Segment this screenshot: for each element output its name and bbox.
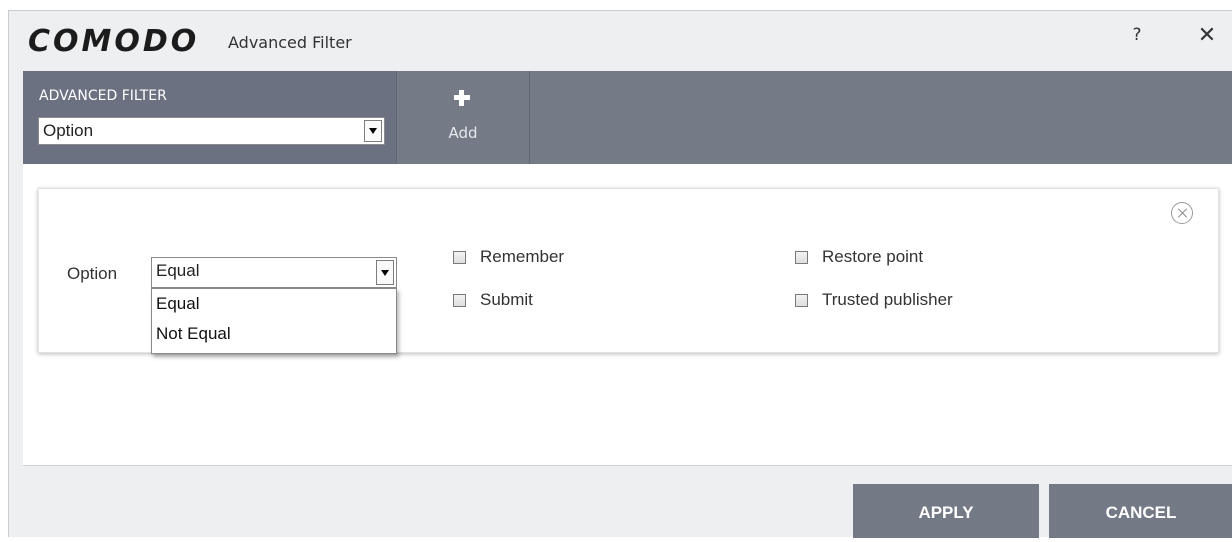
comodo-logo: COMODO [28, 24, 200, 59]
filter-content-area: Option Equal Equal Not Equal Remember Su… [23, 164, 1232, 466]
submit-label: Submit [480, 290, 533, 309]
condition-value: Equal [156, 261, 200, 280]
condition-select[interactable]: Equal [151, 257, 397, 288]
window-title: Advanced Filter [228, 33, 352, 52]
dropdown-arrow-icon[interactable] [376, 260, 394, 285]
close-button[interactable]: ✕ [1195, 23, 1219, 49]
restore-point-checkbox[interactable]: Restore point [795, 247, 923, 267]
option-field-label: Option [67, 264, 118, 283]
filter-row-card: Option Equal Equal Not Equal Remember Su… [38, 188, 1219, 354]
cancel-button[interactable]: CANCEL [1049, 484, 1232, 538]
filter-type-value: Option [43, 121, 94, 140]
advanced-filter-dialog: COMODO Advanced Filter ? ✕ ADVANCED FILT… [8, 10, 1232, 538]
filter-toolbar: ADVANCED FILTER Option Add [23, 71, 1232, 164]
title-bar: COMODO Advanced Filter ? ✕ [9, 11, 1232, 71]
condition-dropdown-list: Equal Not Equal [151, 288, 397, 354]
help-button[interactable]: ? [1127, 25, 1147, 49]
checkbox-box[interactable] [795, 250, 808, 264]
restore-point-label: Restore point [822, 247, 924, 266]
remove-filter-icon[interactable] [1171, 202, 1193, 224]
trusted-publisher-label: Trusted publisher [822, 290, 953, 309]
dropdown-arrow-icon[interactable] [364, 120, 382, 142]
advanced-filter-group: ADVANCED FILTER Option [23, 71, 396, 164]
remember-checkbox[interactable]: Remember [453, 247, 564, 267]
add-label: Add [448, 124, 478, 142]
apply-button[interactable]: APPLY [853, 484, 1039, 538]
dropdown-option-not-equal[interactable]: Not Equal [152, 319, 396, 349]
dropdown-option-equal[interactable]: Equal [152, 289, 396, 319]
add-filter-button[interactable]: Add [396, 71, 530, 164]
trusted-publisher-checkbox[interactable]: Trusted publisher [795, 290, 953, 310]
checkbox-box[interactable] [453, 250, 466, 264]
plus-icon [454, 90, 470, 106]
checkbox-box[interactable] [795, 293, 808, 307]
filter-type-select[interactable]: Option [38, 117, 385, 145]
submit-checkbox[interactable]: Submit [453, 290, 533, 310]
remember-label: Remember [480, 247, 565, 266]
advanced-filter-label: ADVANCED FILTER [39, 88, 167, 104]
checkbox-box[interactable] [453, 293, 466, 307]
